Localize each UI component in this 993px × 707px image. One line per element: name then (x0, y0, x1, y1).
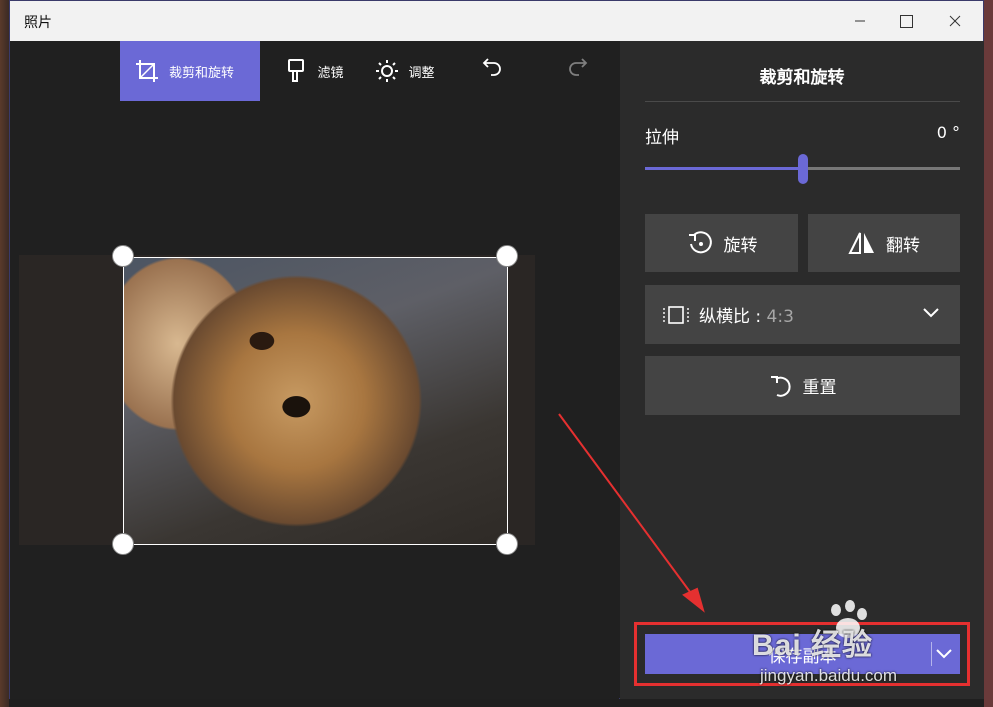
watermark-brand: Bai 经验 (752, 629, 874, 662)
baidu-watermark: Bai 经验 jingyan.baidu.com (752, 600, 972, 690)
watermark-url: jingyan.baidu.com (760, 666, 898, 685)
